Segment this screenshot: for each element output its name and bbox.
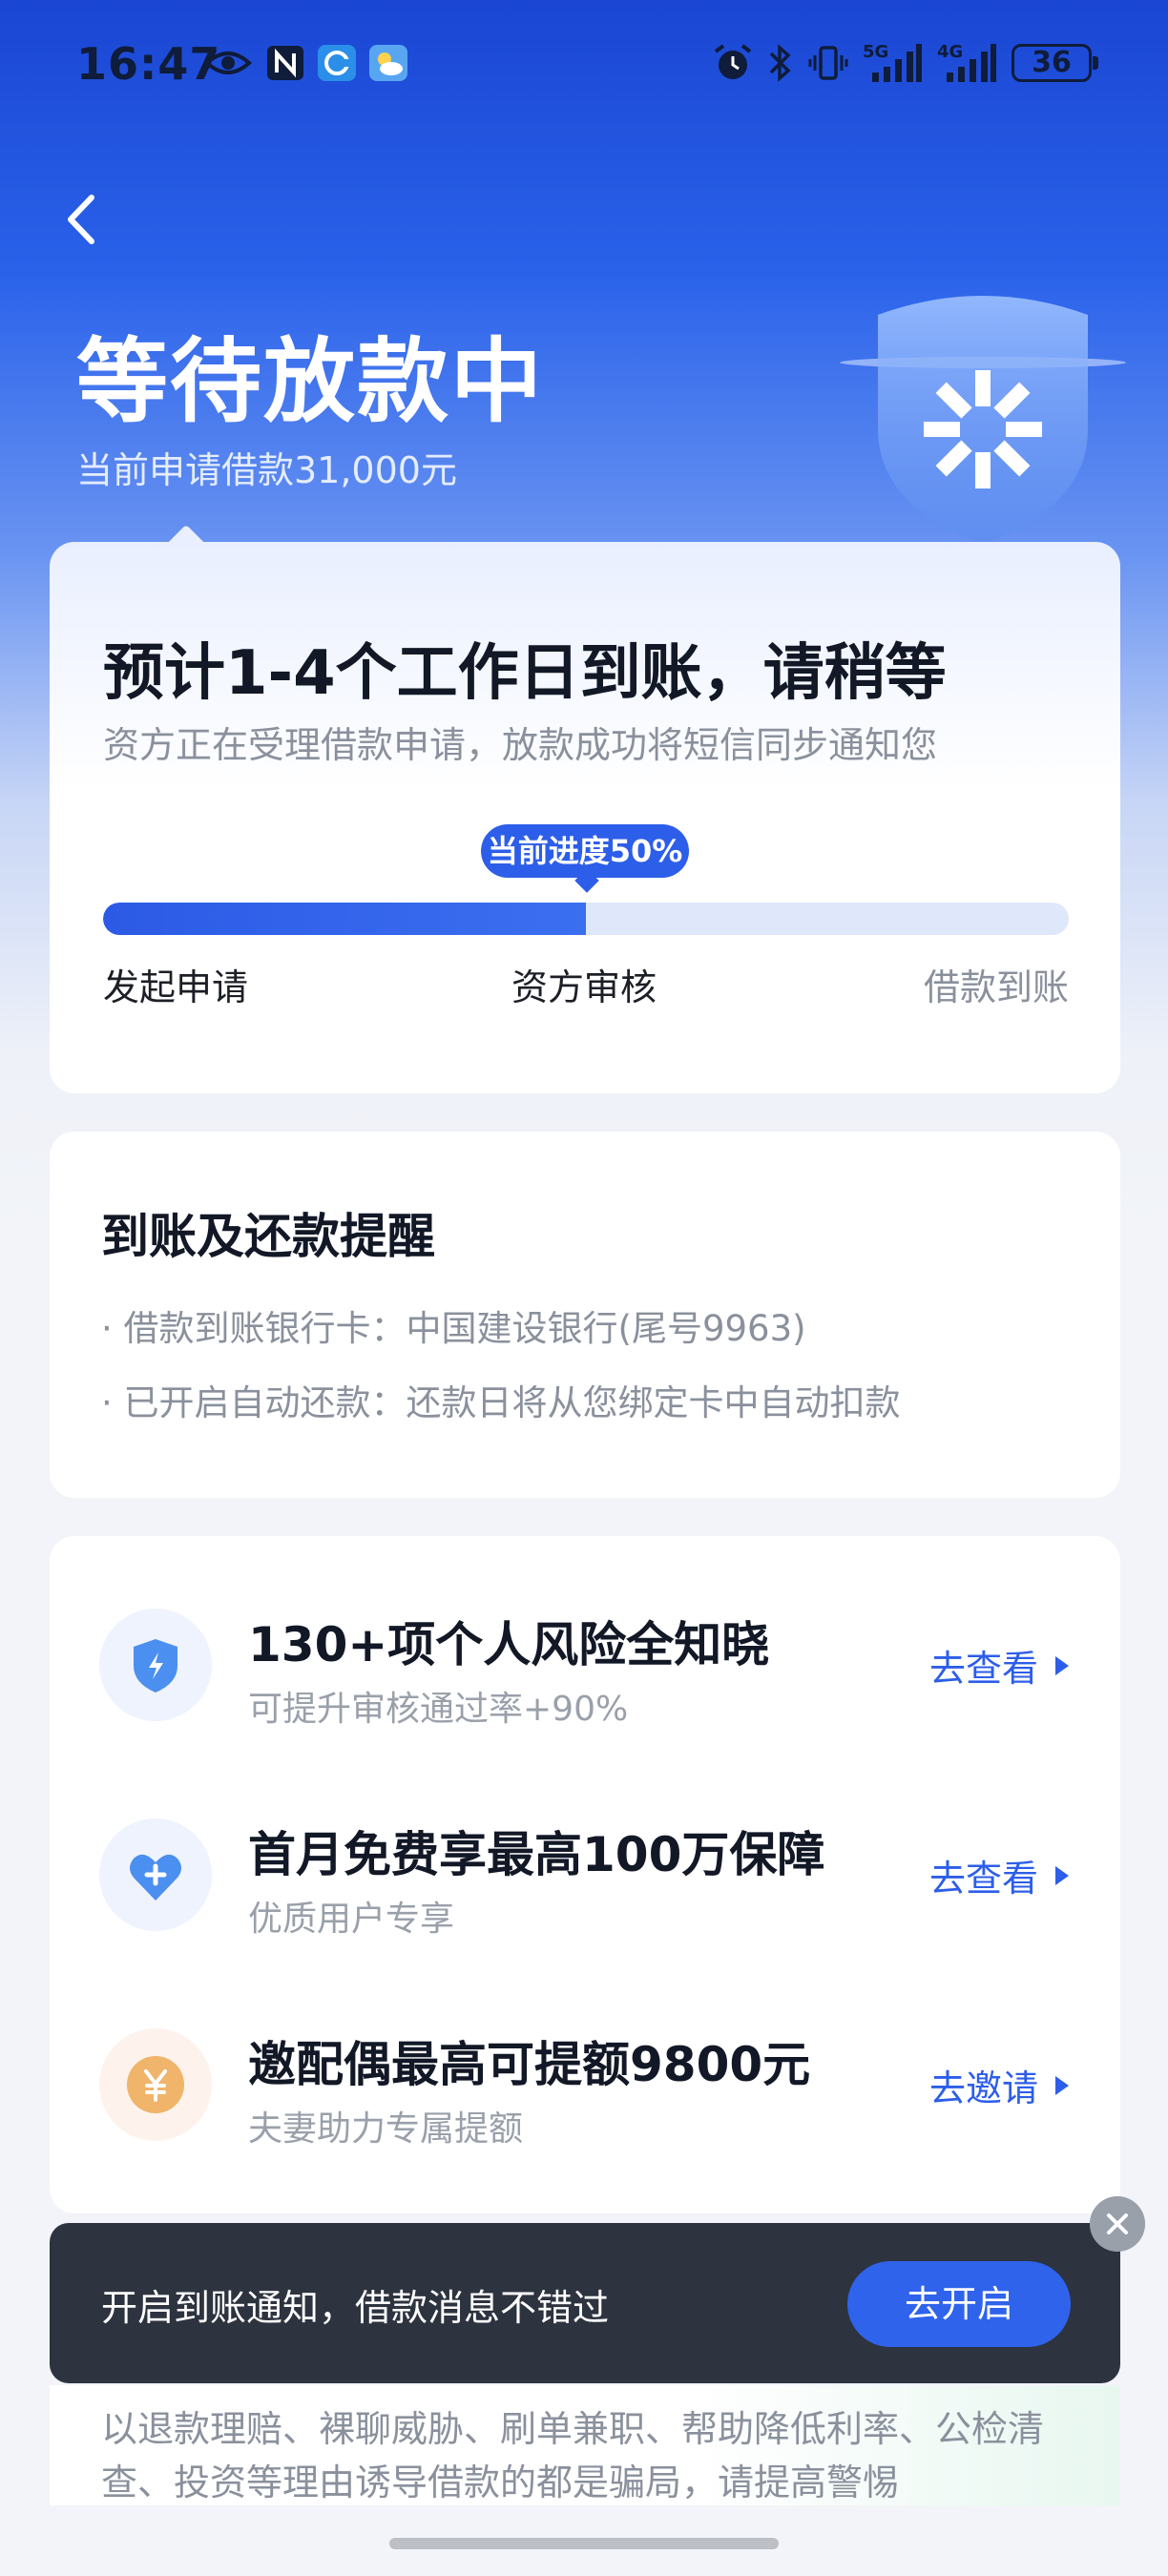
yen-coin-icon xyxy=(127,2056,184,2113)
promo-title-insurance: 首月免费享最高100万保障 xyxy=(248,1827,825,1882)
shield-bolt-icon xyxy=(134,1639,177,1693)
enable-notification-button[interactable]: 去开启 xyxy=(847,2261,1071,2347)
fraud-warning-text: 以退款理赔、裸聊威胁、刷单兼职、帮助降低利率、公检清查、投资等理由诱导借款的都是… xyxy=(101,2408,1045,2503)
battery-level: 36 xyxy=(1032,46,1072,79)
reminder-line-bank-text: 借款到账银行卡：中国建设银行(尾号9963) xyxy=(123,1308,806,1349)
notification-text: 开启到账通知，借款消息不错过 xyxy=(101,2287,610,2329)
arrival-estimate-heading: 预计1-4个工作日到账，请稍等 xyxy=(103,638,947,709)
progress-card: 预计1-4个工作日到账，请稍等 资方正在受理借款申请，放款成功将短信同步通知您 … xyxy=(50,542,1120,1093)
promo-title-spouse: 邀配偶最高可提额9800元 xyxy=(248,2037,811,2092)
promo-icon-bg xyxy=(99,1818,212,1931)
progress-track xyxy=(103,903,1069,935)
back-button[interactable] xyxy=(53,186,111,253)
notification-bar: 开启到账通知，借款消息不错过 去开启 xyxy=(50,2223,1120,2383)
nfc-icon xyxy=(267,46,303,80)
alarm-icon xyxy=(714,44,752,79)
promo-icon-bg xyxy=(99,1609,212,1721)
promo-action-label: 去查看 xyxy=(928,1858,1038,1900)
promo-action-insurance[interactable]: 去查看 xyxy=(929,1849,1069,1901)
promo-icon-bg xyxy=(99,2028,212,2141)
reminder-line-bank: · 借款到账银行卡：中国建设银行(尾号9963) xyxy=(101,1308,806,1349)
step-review: 资方审核 xyxy=(511,966,657,1008)
status-right-icons: 5G 4G 36 xyxy=(712,42,1098,84)
vibrate-icon xyxy=(808,46,848,80)
step-arrival: 借款到账 xyxy=(923,966,1069,1008)
promo-card: 130+项个人风险全知晓 可提升审核通过率+90% 去查看 首月免费享最高100… xyxy=(50,1536,1120,2213)
signal-5g-icon: 5G xyxy=(863,42,924,84)
promo-action-label: 去邀请 xyxy=(928,2067,1038,2109)
battery-icon: 36 xyxy=(1012,44,1098,82)
promo-subtitle-spouse: 夫妻助力专属提额 xyxy=(248,2109,524,2149)
promo-item-spouse[interactable]: 邀配偶最高可提额9800元 夫妻助力专属提额 去邀请 xyxy=(50,2000,1120,2162)
progress-fill xyxy=(103,903,586,935)
step-apply: 发起申请 xyxy=(103,966,249,1008)
home-indicator[interactable] xyxy=(389,2538,779,2549)
triangle-right-icon xyxy=(1055,2075,1069,2095)
promo-action-risk[interactable]: 去查看 xyxy=(929,1639,1069,1692)
progress-tag: 当前进度50% xyxy=(481,824,689,878)
promo-item-insurance[interactable]: 首月免费享最高100万保障 优质用户专享 去查看 xyxy=(50,1790,1120,1952)
page-title: 等待放款中 xyxy=(76,328,544,435)
bluetooth-icon xyxy=(769,44,791,82)
triangle-right-icon xyxy=(1055,1865,1069,1885)
status-time: 16:47 xyxy=(76,38,221,90)
fraud-warning: 以退款理赔、裸聊威胁、刷单兼职、帮助降低利率、公检清查、投资等理由诱导借款的都是… xyxy=(50,2385,1120,2509)
promo-title-risk: 130+项个人风险全知晓 xyxy=(248,1617,770,1672)
promo-action-spouse[interactable]: 去邀请 xyxy=(929,2059,1069,2111)
close-icon[interactable] xyxy=(1090,2196,1145,2252)
promo-subtitle-insurance: 优质用户专享 xyxy=(248,1900,455,1939)
triangle-right-icon xyxy=(1055,1655,1069,1675)
reminder-line-autopay-text: 已开启自动还款：还款日将从您绑定卡中自动扣款 xyxy=(123,1382,901,1423)
promo-action-label: 去查看 xyxy=(928,1648,1038,1690)
arrival-estimate-description: 资方正在受理借款申请，放款成功将短信同步通知您 xyxy=(103,724,938,766)
heart-plus-icon xyxy=(130,1854,181,1901)
promo-subtitle-risk: 可提升审核通过率+90% xyxy=(248,1690,629,1729)
signal-4g-icon: 4G xyxy=(937,42,998,84)
eye-icon xyxy=(204,52,252,74)
weather-icon xyxy=(369,45,407,81)
loan-amount-subtitle: 当前申请借款31,000元 xyxy=(76,449,457,491)
reminder-title: 到账及还款提醒 xyxy=(101,1209,435,1264)
promo-item-risk[interactable]: 130+项个人风险全知晓 可提升审核通过率+90% 去查看 xyxy=(50,1580,1120,1742)
reminder-card: 到账及还款提醒 · 借款到账银行卡：中国建设银行(尾号9963) · 已开启自动… xyxy=(50,1132,1120,1498)
app-c-icon xyxy=(318,45,356,81)
status-bar: 16:47 5G 4G 36 xyxy=(0,0,1168,134)
reminder-line-autopay: · 已开启自动还款：还款日将从您绑定卡中自动扣款 xyxy=(101,1382,901,1423)
shield-logo-icon xyxy=(840,296,1126,544)
